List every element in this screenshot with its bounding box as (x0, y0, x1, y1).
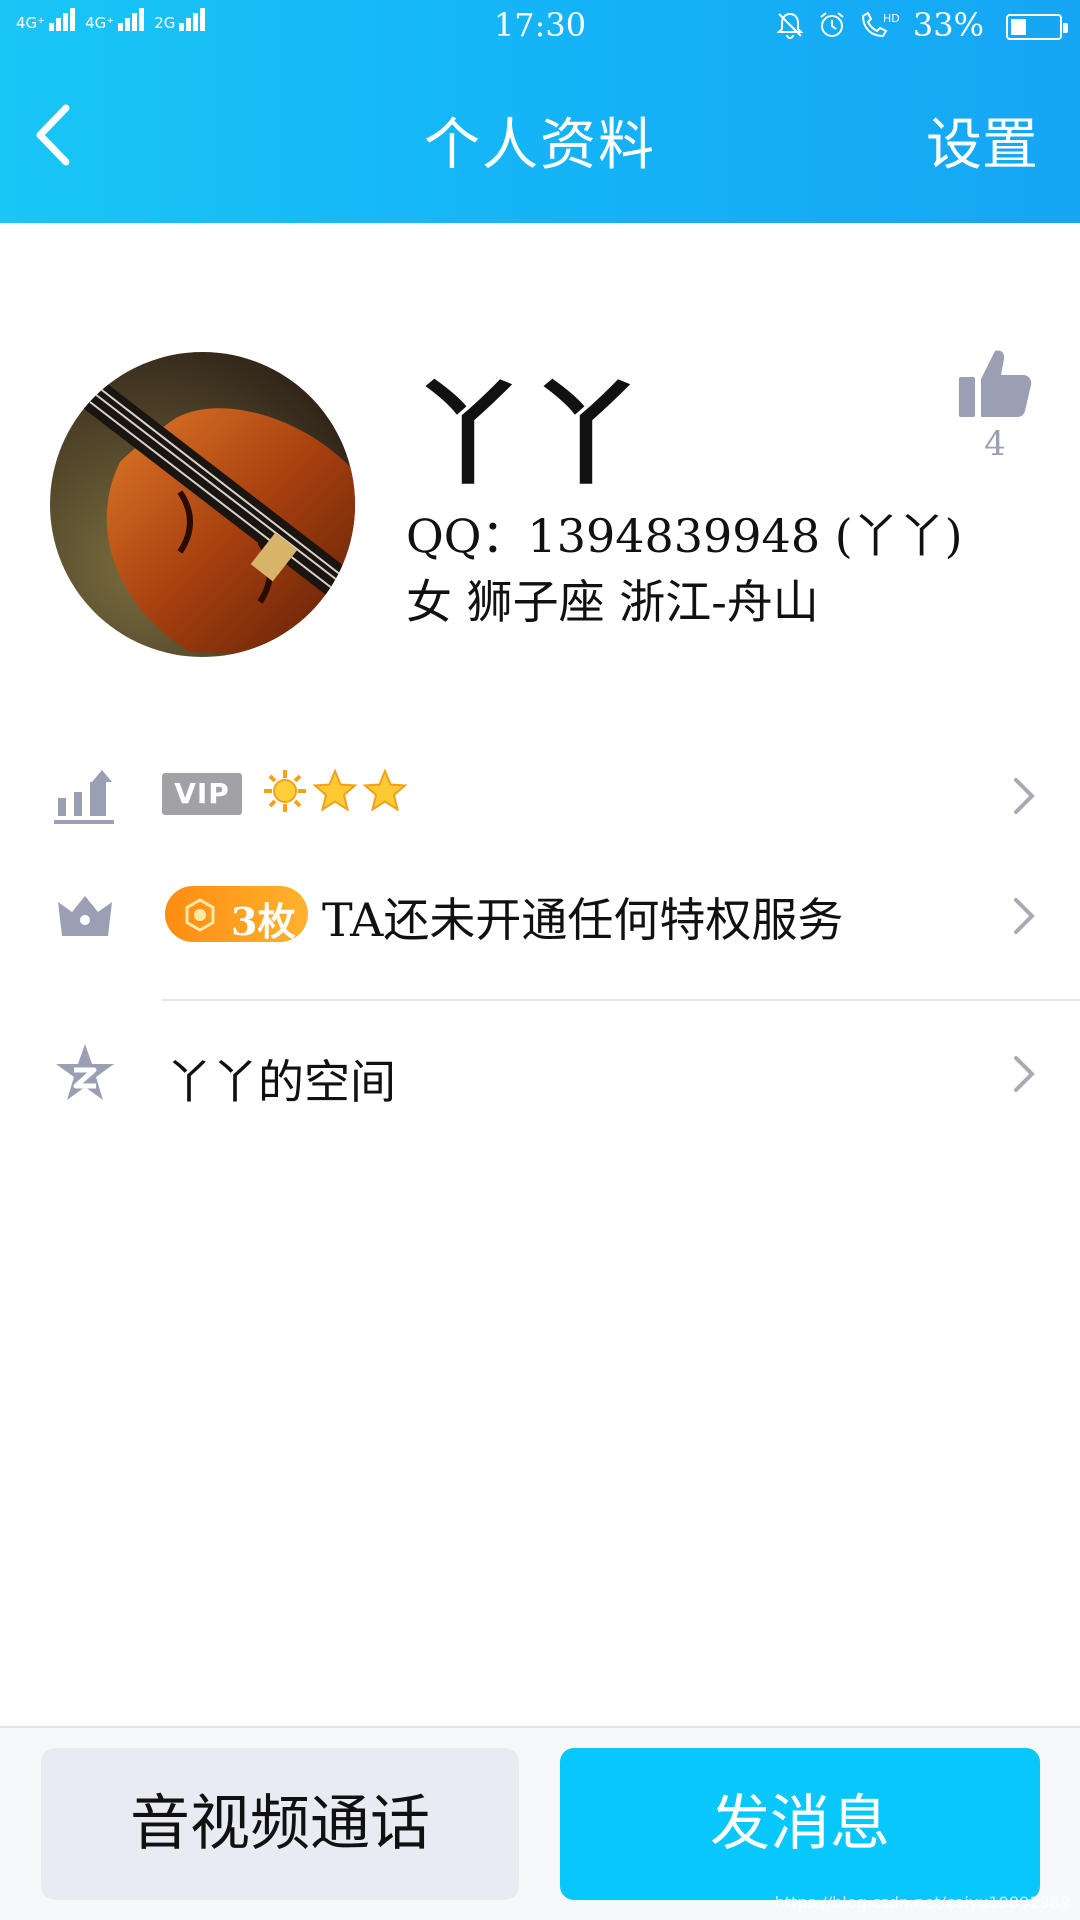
chevron-right-icon (1014, 898, 1035, 934)
sun-icon (264, 770, 306, 812)
qq-number: QQ：1394839948 (丫丫) (406, 509, 963, 563)
avatar[interactable] (50, 352, 355, 657)
send-message-button[interactable]: 发消息 (560, 1748, 1040, 1900)
bell-muted-icon (776, 12, 804, 39)
battery-percent: 33% (912, 6, 984, 44)
coin-count: 3枚 (231, 899, 296, 944)
hd-label: HD (883, 12, 900, 25)
hexagon-star-icon (185, 898, 215, 932)
settings-button[interactable]: 设置 (926, 100, 1038, 181)
qzone-star-icon (56, 1044, 114, 1100)
divider (162, 999, 1080, 1001)
space-text: 丫丫的空间 (166, 1055, 396, 1109)
vip-badge: VIP (162, 773, 242, 815)
chevron-right-icon (1014, 1056, 1035, 1092)
level-chart-icon (54, 770, 114, 824)
nickname: 丫丫 (412, 369, 648, 500)
watermark: https://blog.csdn.net/caiyu19891989 (774, 1893, 1070, 1912)
space-row[interactable] (0, 1030, 1080, 1118)
battery-icon (1006, 14, 1068, 40)
crown-icon (58, 896, 112, 936)
battery-fill (1011, 19, 1026, 35)
privilege-text: TA还未开通任何特权服务 (322, 893, 844, 947)
thumbs-up-icon[interactable] (955, 345, 1035, 421)
status-bar: 4G⁺ 4G⁺ 2G 17:30 HD 33% (0, 0, 1080, 54)
personal-info: 女 狮子座 浙江-舟山 (406, 575, 819, 629)
coin-badge: 3枚 (165, 886, 308, 944)
page-title: 个人资料 (424, 113, 656, 178)
header: 4G⁺ 4G⁺ 2G 17:30 HD 33% 个人资料 设置 (0, 0, 1080, 223)
like-count: 4 (984, 424, 1006, 464)
alarm-icon (820, 12, 844, 37)
star-icon (362, 768, 408, 812)
hd-call-icon: HD (861, 11, 900, 38)
chevron-right-icon (1014, 778, 1035, 814)
status-icons: HD 33% (775, 6, 984, 44)
video-call-button[interactable]: 音视频通话 (41, 1748, 519, 1900)
level-icons (262, 768, 408, 814)
star-icon (312, 768, 358, 812)
